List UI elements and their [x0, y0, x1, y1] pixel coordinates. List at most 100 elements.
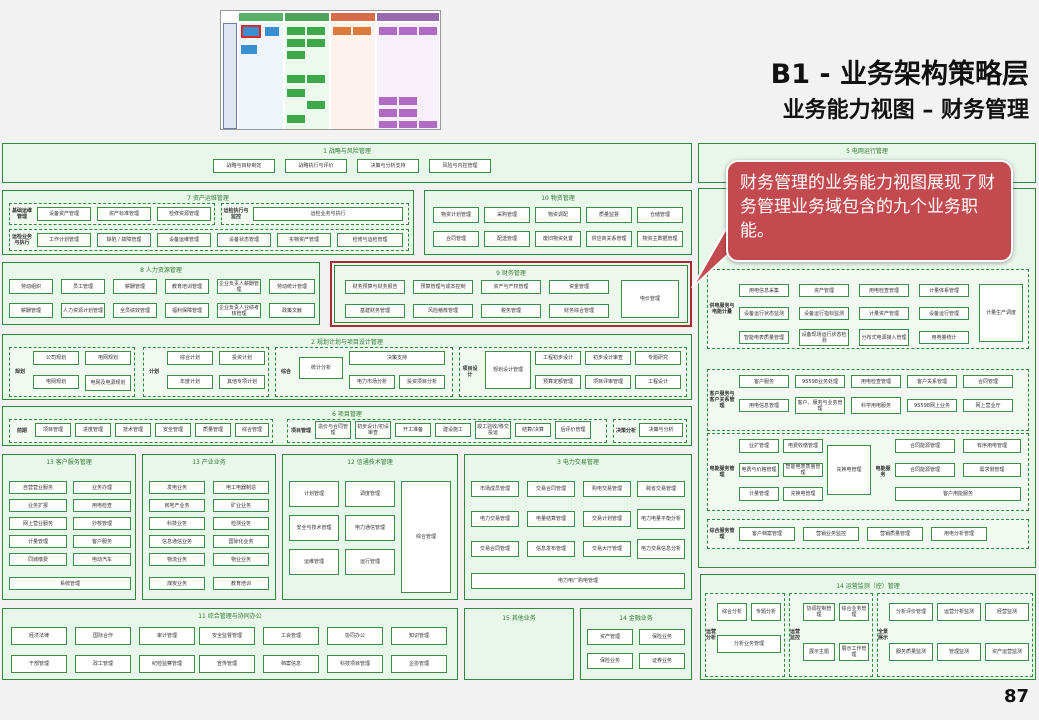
capability-box: 合同能源管理: [895, 439, 955, 453]
panel-title: 1 战略与风险管理: [323, 148, 371, 155]
capability-box: 资产标准管理: [97, 207, 151, 221]
capability-box: 项目管理: [35, 423, 71, 437]
capability-box: 政工管理: [75, 655, 131, 673]
capability-box: 专题研究: [635, 351, 681, 365]
thumb-band: [377, 13, 439, 21]
capability-box: 其他专项计划: [219, 375, 265, 389]
capability-box: 资产运营监测: [985, 643, 1029, 661]
capability-box: 运维管理: [289, 549, 339, 575]
capability-box: 综合分析: [717, 603, 747, 621]
panel-title: 11 综合管理与协同办公: [198, 613, 262, 620]
capability-box: 电力通信管理: [345, 515, 395, 541]
panel-title: 13 产业业务: [192, 459, 226, 466]
thumb-highlight: [241, 25, 261, 38]
capability-box: 人力资源计划管理: [61, 303, 105, 318]
capability-box: 客户、服务与业务管理: [795, 397, 845, 414]
capability-box: 电量结算管理: [527, 511, 575, 527]
thumb-side: [223, 23, 237, 129]
thumb-block: [307, 75, 325, 83]
capability-box: 房地产业务: [149, 499, 205, 512]
capability-box: 档案信息: [263, 655, 319, 673]
capability-box: 综合业务管理: [839, 603, 869, 621]
capability-box: 客户服务: [739, 375, 789, 388]
capability-box: 缺陷 / 故障管理: [97, 233, 151, 247]
capability-box: 用电检查管理: [859, 284, 909, 297]
thumb-band: [239, 13, 283, 21]
capability-box: 采购管理: [484, 207, 530, 223]
row-label: 项目管理: [290, 428, 311, 434]
row-label: 综合: [280, 369, 291, 375]
capability-box: 协同办公: [327, 627, 383, 645]
capability-box: 经营监测: [985, 603, 1029, 621]
row-label: 前期: [16, 428, 27, 434]
capability-box: 工作计划管理: [37, 233, 91, 247]
capability-box: 建设施工: [435, 423, 471, 437]
capability-box: 合同管理: [433, 231, 479, 247]
capability-box: 安全管理: [155, 423, 191, 437]
panel-title: 2 规划计划与项目设计管理: [311, 339, 383, 346]
capability-box: 用电量统计: [919, 331, 969, 344]
capability-box: 年度计划: [167, 375, 213, 389]
capability-box: 充换电管理: [827, 445, 871, 495]
capability-box: 运行管理: [345, 549, 395, 575]
capability-box: 合同能源管理: [895, 463, 955, 477]
panel-title: 12 信通技术管理: [347, 459, 393, 466]
capability-box: 充换电管理: [783, 487, 823, 501]
capability-box: 智能电表质量管理: [783, 463, 823, 477]
capability-box: 业扩管理: [739, 439, 779, 453]
panel-industry: 13 产业业务 发电业务 电工电器制造 房地产业务 矿业业务 科技业务 检测业务…: [142, 454, 276, 600]
capability-box: 统计分析: [299, 357, 343, 379]
page-number: 87: [1003, 686, 1029, 707]
capability-box: 综合管理: [401, 481, 451, 593]
capability-box: 项目评审管理: [585, 375, 631, 389]
capability-box: 同城缴费: [9, 553, 67, 566]
capability-box: 废旧物资处置: [535, 231, 581, 247]
thumb-block: [287, 89, 305, 97]
panel-asset-ops: 7 资产运维管理 基础运维管理 设备资产管理 资产标准管理 检修资源管理 运检执…: [2, 190, 414, 255]
capability-box: 供应商关系管理: [586, 231, 632, 247]
capability-box: 综合计划: [167, 351, 213, 365]
capability-box: 分析业务管理: [717, 635, 781, 653]
capability-box: 运检业务与执行: [253, 207, 403, 221]
thumb-block: [399, 109, 417, 117]
panel-title: 7 资产运维管理: [187, 195, 229, 202]
capability-box: 客户档案管理: [739, 527, 795, 541]
panel-customer-service: 13 客户服务管理 自营营业服务 业务办理 业务扩报 用电检查 网上营业服务 抄…: [2, 454, 136, 600]
capability-box: 投资项目分析: [399, 375, 445, 389]
row-label: 基础运维管理: [11, 208, 32, 220]
row-label: 运检执行与监控: [223, 208, 249, 220]
capability-box: 初步设计审查: [585, 351, 631, 365]
thumb-col: [239, 23, 283, 129]
capability-box: 科技项目管理: [327, 655, 383, 673]
thumb-block: [333, 27, 351, 35]
panel-title: 8 人力资源管理: [140, 267, 182, 274]
panel-title: 5 电网运行管理: [846, 148, 888, 155]
capability-box: 造价与合同管理: [315, 421, 351, 439]
capability-box: 企协管理: [391, 655, 447, 673]
thumb-block: [287, 75, 305, 83]
capability-box: 企业负责人薪酬管理: [217, 279, 261, 294]
capability-box: 协调控制管理: [803, 603, 835, 621]
capability-box: 计量管理: [739, 487, 779, 501]
capability-box: 计量生产调度: [979, 284, 1023, 342]
capability-box: 薪酬管理: [9, 303, 53, 318]
capability-box: 检修资源管理: [157, 207, 211, 221]
panel-ops-monitoring: 14 运营监测（控）管理 运营分析 综合分析 专题分析 分析业务管理 运营监控 …: [700, 574, 1036, 680]
capability-box: 福利保障管理: [165, 303, 209, 318]
capability-box: 设备运维管理: [157, 233, 211, 247]
capability-box: 电动汽车: [73, 553, 131, 566]
capability-box: 预算定额管理: [535, 375, 581, 389]
capability-box: 检测业务: [213, 517, 269, 530]
capability-box: 规划设计管理: [485, 351, 531, 389]
capability-box: 电网及电源规划: [85, 375, 131, 391]
capability-box: 设备资产管理: [37, 207, 91, 221]
capability-box: 营销业务监控: [803, 527, 859, 541]
panel-ict: 12 信通技术管理 计划管理 调度管理 安全与技术管理 电力通信管理 运维管理 …: [282, 454, 458, 600]
capability-box: 劳动统计管理: [269, 279, 315, 294]
capability-box: 投资计划: [219, 351, 265, 365]
page-title: B1 - 业务架构策略层: [770, 59, 1029, 90]
capability-box: 纪检监察管理: [139, 655, 195, 673]
capability-box: 科技业务: [149, 517, 205, 530]
capability-box: 计量资产管理: [859, 307, 909, 320]
capability-box: 设备状态管理: [217, 233, 271, 247]
